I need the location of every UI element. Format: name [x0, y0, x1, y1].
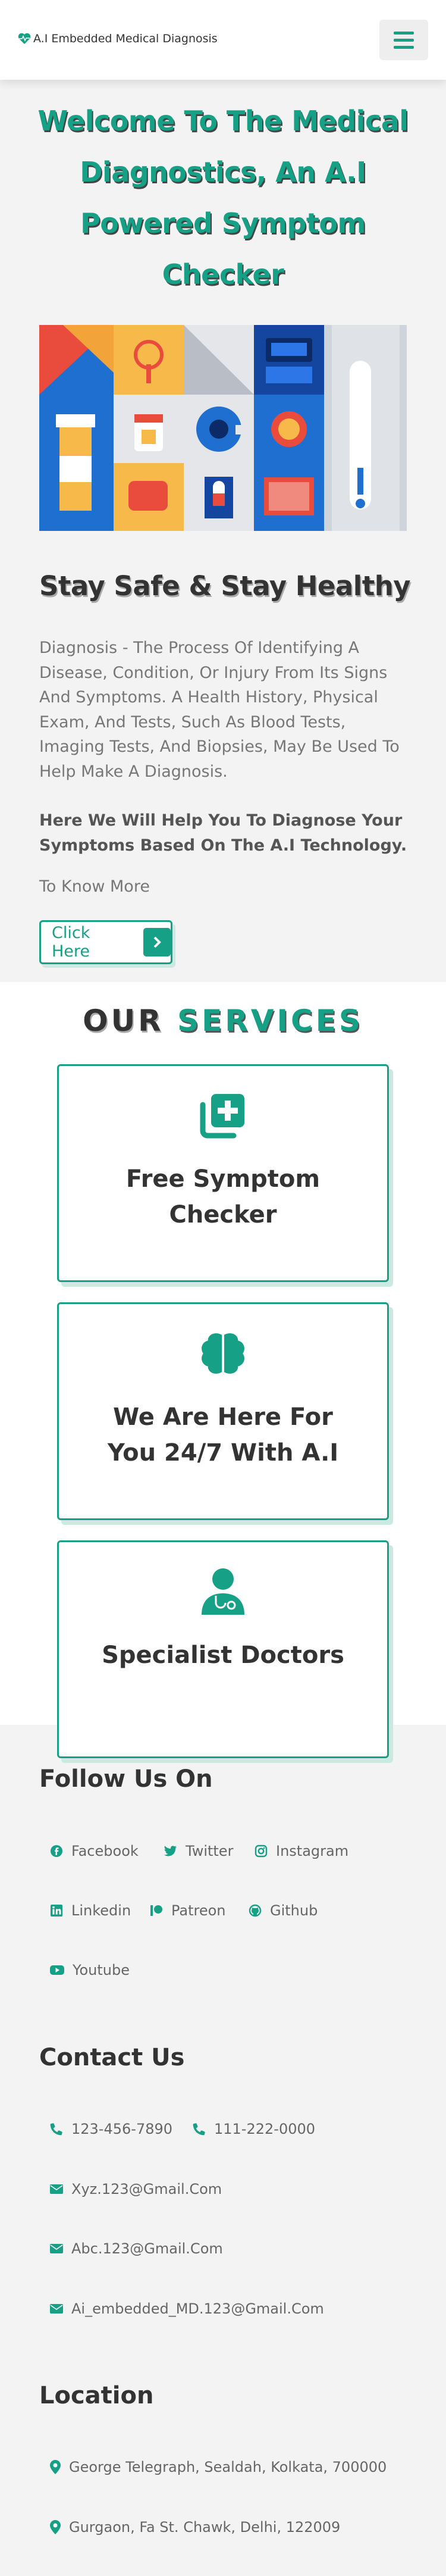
heartbeat-icon — [18, 33, 31, 44]
service-card-ai-support[interactable]: We Are Here For You 24/7 With A.I — [57, 1302, 389, 1520]
contact-title: Contact Us — [39, 2044, 185, 2071]
service-card-label: Free Symptom Checker — [125, 1165, 321, 1228]
linkedin-link[interactable]: Linkedin — [50, 1902, 131, 1919]
email-link-2[interactable]: Abc.123@Gmail.Com — [50, 2240, 223, 2257]
hero-subtitle: Stay Safe & Stay Healthy — [39, 570, 411, 602]
github-link[interactable]: Github — [249, 1902, 318, 1919]
menu-button[interactable] — [379, 20, 428, 60]
logo[interactable]: A.I Embedded Medical Diagnosis — [18, 32, 218, 45]
address-1: George Telegraph, Sealdah, Kolkata, 7000… — [69, 2459, 387, 2475]
diagnosis-paragraph: Diagnosis - The Process Of Identifying A… — [39, 639, 400, 781]
linkedin-label: Linkedin — [71, 1902, 131, 1919]
facebook-label: Facebook — [71, 1843, 139, 1859]
email-link-1[interactable]: Xyz.123@Gmail.Com — [50, 2181, 222, 2197]
facebook-link[interactable]: Facebook — [50, 1843, 139, 1859]
service-card-specialist-doctors[interactable]: Specialist Doctors — [57, 1540, 389, 1758]
youtube-label: Youtube — [73, 1962, 130, 1978]
youtube-icon — [50, 1965, 64, 1975]
patreon-label: Patreon — [171, 1902, 226, 1919]
address-link-2[interactable]: Gurgaon, Fa St. Chawk, Delhi, 122009 — [50, 2519, 340, 2536]
service-card-label: Specialist Doctors — [102, 1642, 344, 1669]
instagram-link[interactable]: Instagram — [255, 1843, 348, 1859]
map-marker-icon — [50, 2520, 61, 2534]
medical-illustration — [39, 325, 407, 531]
email-address-1: Xyz.123@Gmail.Com — [71, 2181, 222, 2197]
brain-icon — [199, 1329, 247, 1378]
phone-icon — [193, 2123, 205, 2136]
address-link-1[interactable]: George Telegraph, Sealdah, Kolkata, 7000… — [50, 2459, 387, 2475]
phone-icon — [50, 2123, 62, 2136]
linkedin-icon — [51, 1905, 62, 1917]
twitter-label: Twitter — [186, 1843, 234, 1859]
chevron-right-icon — [143, 928, 171, 956]
patreon-link[interactable]: Patreon — [150, 1902, 226, 1919]
hero-title: Welcome To The Medical Diagnostics, An A… — [37, 105, 409, 290]
services-title: OUR SERVICES — [83, 1003, 363, 1038]
bars-icon — [394, 31, 414, 35]
phone-link-2[interactable]: 111-222-0000 — [193, 2121, 315, 2137]
logo-text: A.I Embedded Medical Diagnosis — [33, 32, 218, 45]
site-header: A.I Embedded Medical Diagnosis — [0, 0, 446, 80]
notes-medical-icon — [199, 1091, 247, 1140]
map-marker-icon — [50, 2460, 61, 2474]
phone-number-1: 123-456-7890 — [71, 2121, 173, 2137]
service-card-label: We Are Here For You 24/7 With A.I — [107, 1403, 339, 1467]
service-card-symptom-checker[interactable]: Free Symptom Checker — [57, 1064, 389, 1282]
address-2: Gurgaon, Fa St. Chawk, Delhi, 122009 — [69, 2519, 341, 2536]
click-here-button[interactable]: Click Here — [39, 920, 172, 964]
instagram-label: Instagram — [276, 1843, 349, 1859]
click-here-label: Click Here — [52, 924, 90, 961]
facebook-icon — [51, 1845, 62, 1857]
github-label: Github — [270, 1902, 318, 1919]
follow-title: Follow Us On — [39, 1765, 213, 1793]
youtube-link[interactable]: Youtube — [50, 1962, 130, 1978]
email-address-2: Abc.123@Gmail.Com — [71, 2240, 223, 2257]
email-address-3: Ai_embedded_MD.123@Gmail.Com — [71, 2300, 324, 2317]
phone-number-2: 111-222-0000 — [214, 2121, 316, 2137]
twitter-link[interactable]: Twitter — [163, 1843, 233, 1859]
doctor-icon — [199, 1567, 247, 1616]
know-more-text: To Know More — [39, 877, 150, 896]
phone-link-1[interactable]: 123-456-7890 — [50, 2121, 172, 2137]
patreon-icon — [150, 1905, 162, 1916]
email-link-3[interactable]: Ai_embedded_MD.123@Gmail.Com — [50, 2300, 324, 2317]
instagram-icon — [255, 1845, 268, 1858]
envelope-icon — [50, 2184, 63, 2194]
envelope-icon — [50, 2244, 63, 2253]
help-text: Here We Will Help You To Diagnose Your S… — [39, 811, 407, 855]
envelope-icon — [50, 2304, 63, 2314]
location-title: Location — [39, 2382, 154, 2409]
twitter-icon — [164, 1846, 177, 1856]
github-icon — [249, 1904, 262, 1917]
